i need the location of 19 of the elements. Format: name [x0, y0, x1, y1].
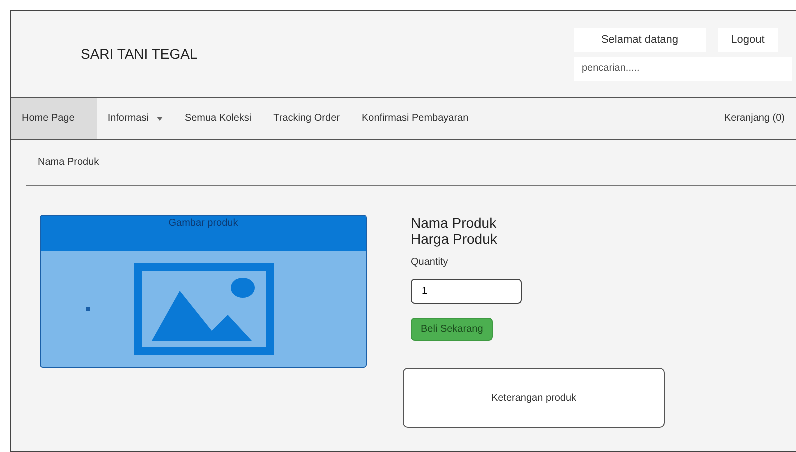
nav-tab[interactable]: Home Page: [11, 98, 97, 139]
nav-tab[interactable]: Tracking Order: [262, 98, 351, 139]
product-price: Harga Produk: [411, 231, 498, 247]
welcome-button[interactable]: Selamat datang: [574, 28, 706, 52]
nav-tab[interactable]: Informasi: [96, 98, 174, 139]
quantity-field[interactable]: 1: [411, 279, 522, 304]
buy-button[interactable]: Beli Sekarang: [411, 318, 494, 341]
cart-link[interactable]: Keranjang (0): [713, 98, 796, 139]
brand-title: SARI TANI TEGAL: [81, 46, 199, 62]
nav-tab[interactable]: Semua Koleksi: [174, 98, 263, 139]
product-name: Nama Produk: [411, 215, 497, 231]
logout-button[interactable]: Logout: [718, 28, 778, 52]
search-field[interactable]: pencarian.....: [574, 56, 792, 80]
image-card-title: Gambar produk: [41, 216, 366, 251]
description-box: Keterangan produk: [403, 368, 665, 428]
breadcrumb: Nama Produk: [38, 157, 100, 168]
nav-tab[interactable]: Konfirmasi Pembayaran: [350, 98, 480, 139]
quantity-label: Quantity: [411, 257, 448, 268]
image-placeholder-icon: [134, 263, 274, 355]
